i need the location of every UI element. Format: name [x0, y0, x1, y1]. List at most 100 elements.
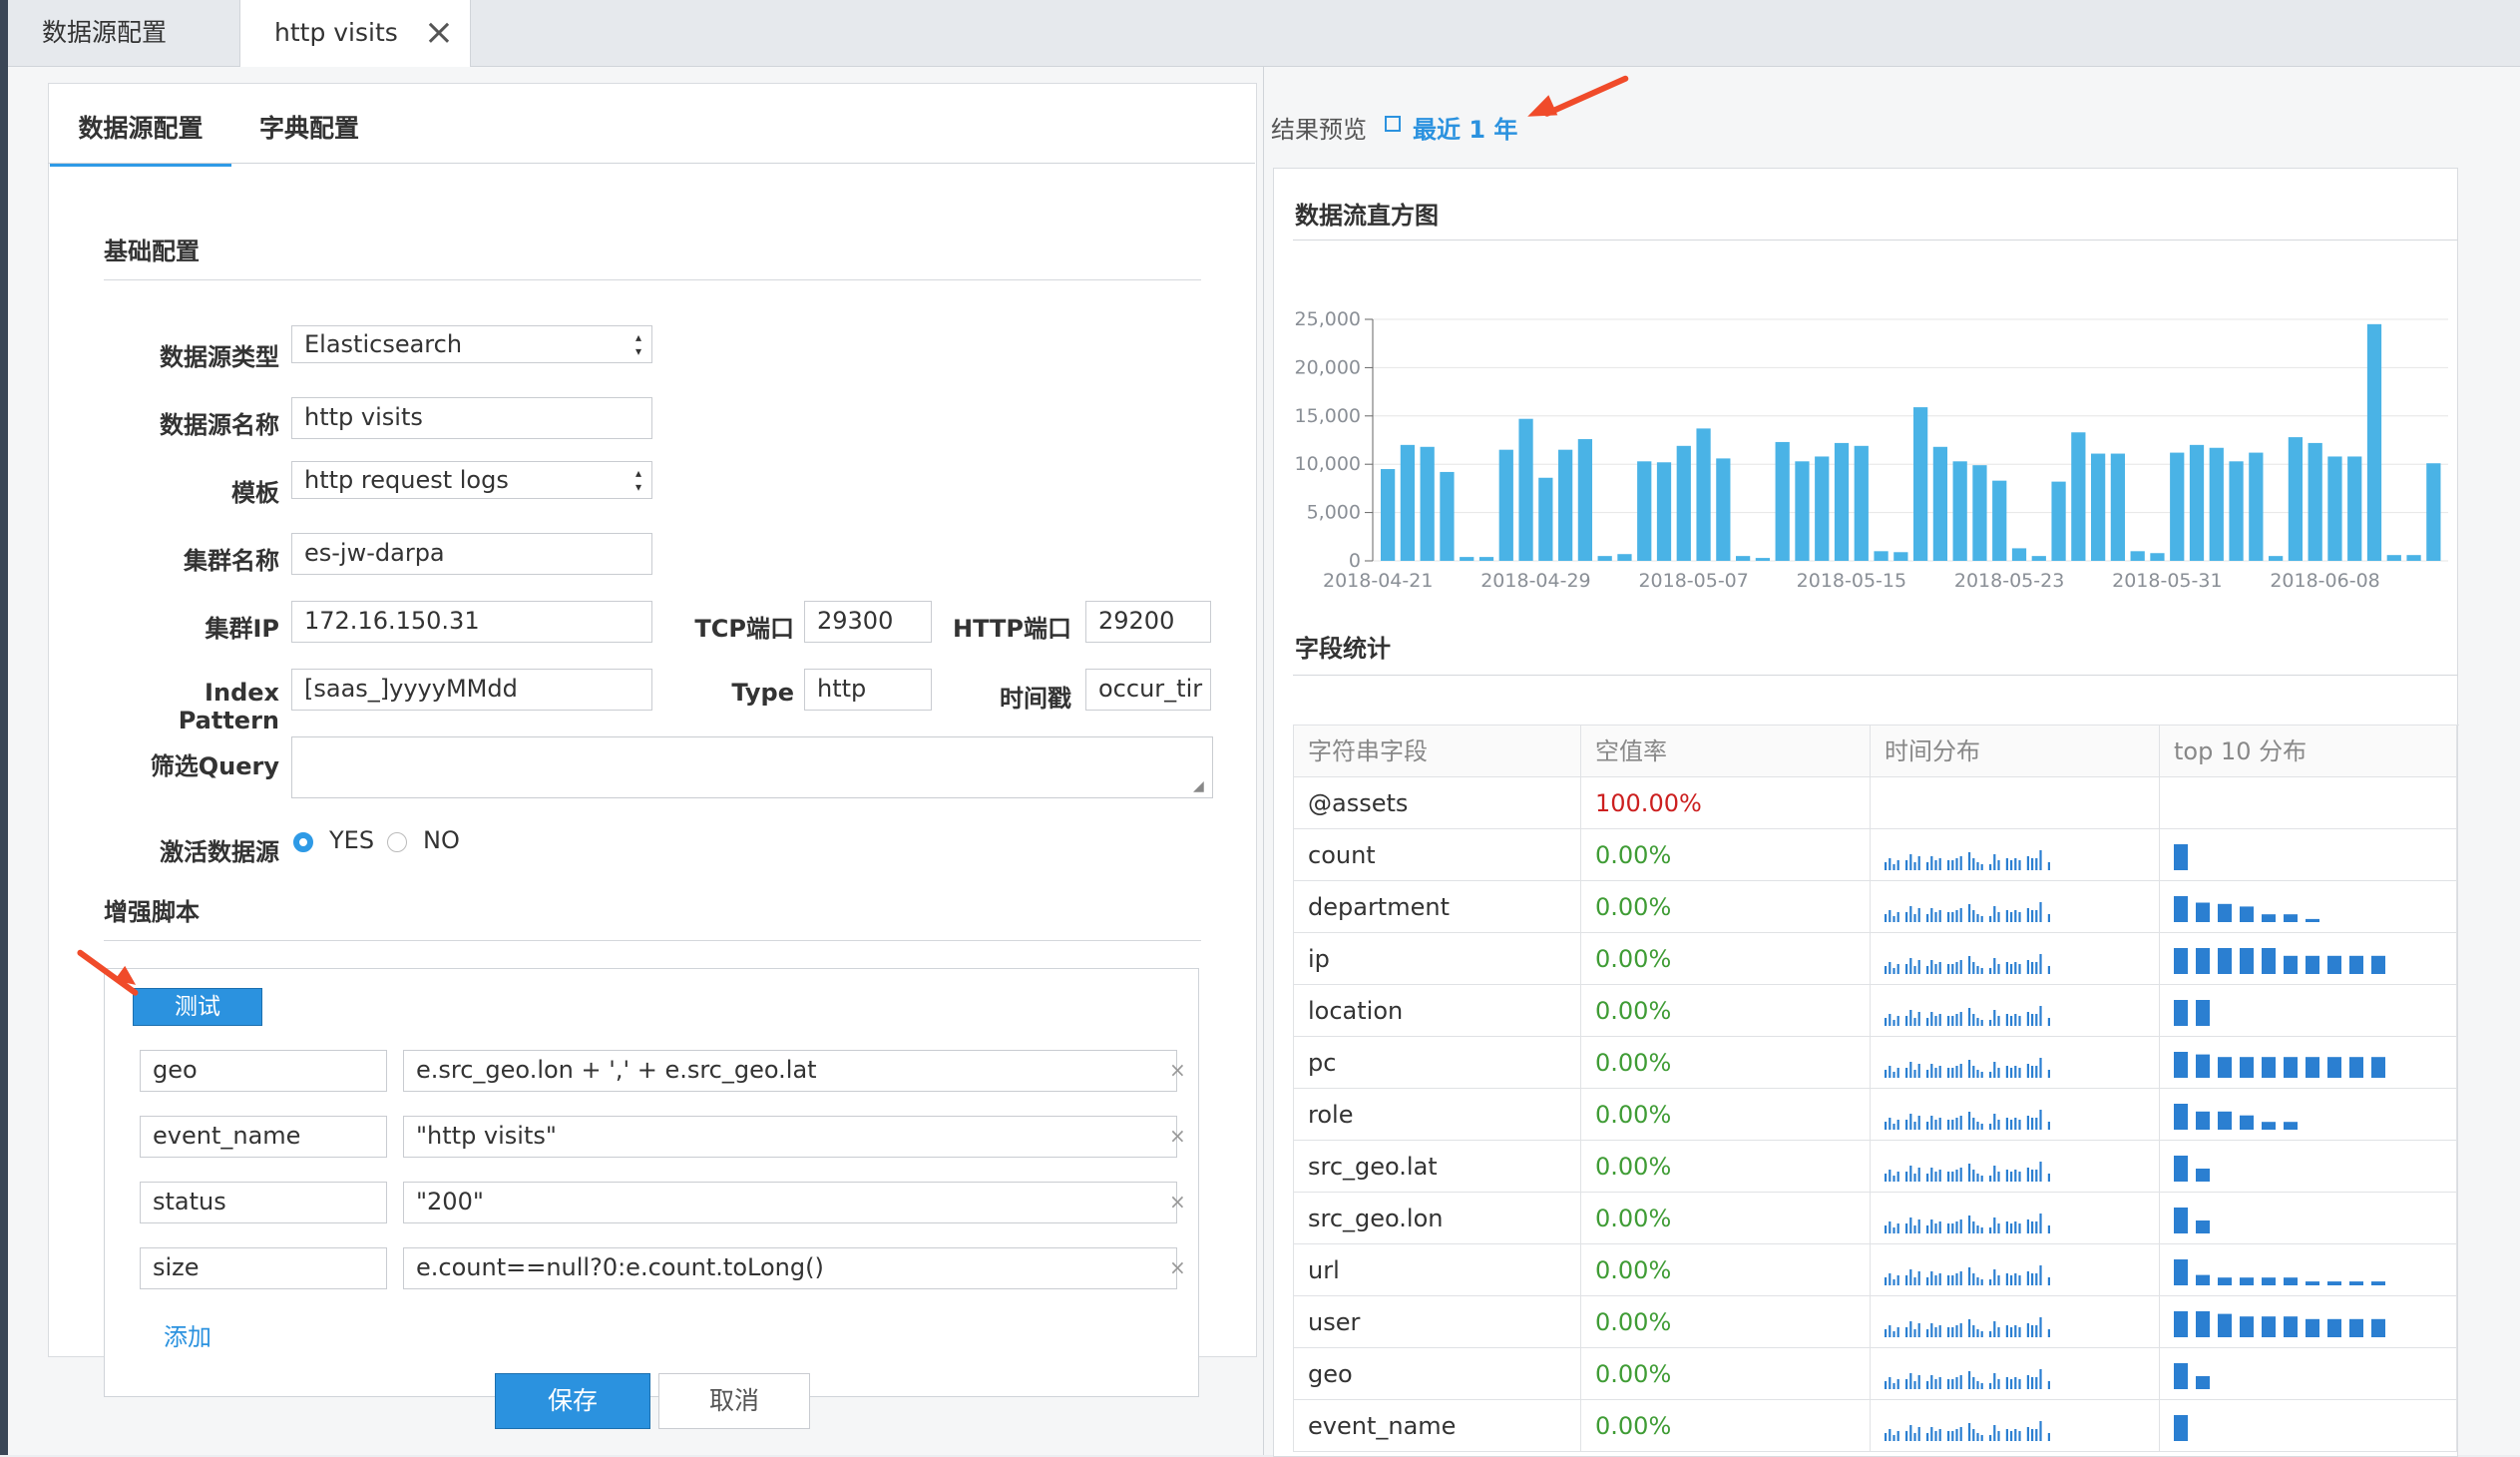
time-distribution-cell: [1871, 1348, 2160, 1400]
subtab-datasource-config[interactable]: 数据源配置: [50, 95, 231, 167]
sparkline-bar: [2035, 1325, 2038, 1337]
sparkline-bar: [1917, 1375, 1920, 1389]
subtab-dictionary-config[interactable]: 字典配置: [259, 95, 379, 163]
top10-bar: [2218, 1057, 2232, 1078]
cancel-button[interactable]: 取消: [658, 1373, 810, 1429]
sparkline-bar: [1905, 1016, 1908, 1026]
cluster-ip-input[interactable]: 172.16.150.31: [291, 601, 652, 643]
sparkline-bar: [2010, 1379, 2013, 1389]
filter-query-textarea[interactable]: [291, 736, 1213, 798]
sparkline-bar: [1934, 860, 1937, 870]
tab-datasource-config[interactable]: 数据源配置: [8, 0, 239, 66]
cluster-name-input[interactable]: es-jw-darpa: [291, 533, 652, 575]
sparkline-bar: [1989, 968, 1992, 974]
script-value-input[interactable]: "http visits": [403, 1116, 1177, 1158]
remove-icon[interactable]: ×: [1169, 1255, 1186, 1279]
top10-bar: [2196, 948, 2210, 974]
sparkline-bar: [1972, 1170, 1975, 1182]
sparkline-bar: [1938, 1325, 1941, 1337]
sparkline-bar: [1896, 860, 1899, 870]
histogram-bar: [2011, 548, 2027, 561]
top10-bar: [2240, 1277, 2254, 1285]
script-key-input[interactable]: size: [140, 1247, 387, 1289]
sparkline-bar: [2026, 1323, 2029, 1337]
sparkline-bar: [1930, 1323, 1933, 1337]
sparkline-bar: [2010, 1172, 2013, 1182]
histogram-bar: [1440, 471, 1455, 561]
sparkline-bar: [1980, 1072, 1983, 1078]
sparkline-bar: [1889, 962, 1891, 974]
sparkline-bar: [1947, 1068, 1950, 1078]
time-distribution-cell: [1871, 1193, 2160, 1244]
histogram-bar: [2150, 553, 2165, 561]
top10-bar: [2262, 1057, 2276, 1078]
tcp-port-input[interactable]: 29300: [804, 601, 932, 643]
sparkline-bar: [1972, 1273, 1975, 1285]
sparkline-bar: [1896, 1275, 1899, 1285]
time-distribution-sparkline: [1885, 1317, 2050, 1337]
top10-cell: [2160, 881, 2457, 933]
sparkline-bar: [1885, 1329, 1888, 1337]
top10-bar: [2306, 1057, 2319, 1078]
sparkline-bar: [1917, 1116, 1920, 1130]
script-key-input[interactable]: event_name: [140, 1116, 387, 1158]
sparkline-bar: [1926, 1225, 1929, 1233]
close-icon[interactable]: ×: [424, 0, 454, 66]
sparkline-bar: [1930, 1064, 1933, 1078]
remove-icon[interactable]: ×: [1169, 1124, 1186, 1148]
sparkline-bar: [1934, 1379, 1937, 1389]
top10-distribution: [2174, 784, 2433, 824]
null-rate: 0.00%: [1581, 1348, 1871, 1400]
sparkline-bar: [1993, 1425, 1996, 1441]
top10-distribution: [2174, 896, 2319, 922]
sparkline-bar: [2010, 1120, 2013, 1130]
sparkline-bar: [1947, 1275, 1950, 1285]
sparkline-bar: [1934, 1275, 1937, 1285]
sparkline-bar: [1926, 1070, 1929, 1078]
script-key-input[interactable]: status: [140, 1182, 387, 1223]
ds-name-input[interactable]: http visits: [291, 397, 652, 439]
top10-bar: [2218, 1111, 2232, 1130]
date-range-link[interactable]: 最近 1 年: [1413, 110, 1517, 145]
test-button[interactable]: 测试: [133, 988, 262, 1026]
ds-type-select[interactable]: Elasticsearch: [291, 325, 652, 363]
http-port-input[interactable]: 29200: [1085, 601, 1211, 643]
script-value-input[interactable]: e.src_geo.lon + ',' + e.src_geo.lat: [403, 1050, 1177, 1092]
index-pattern-input[interactable]: [saas_]yyyyMMdd: [291, 669, 652, 711]
null-rate: 0.00%: [1581, 1037, 1871, 1089]
sparkline-bar: [1989, 1176, 1992, 1182]
top10-cell: [2160, 1037, 2457, 1089]
subtab-divider: [48, 163, 1255, 164]
script-value-input[interactable]: e.count==null?0:e.count.toLong(): [403, 1247, 1177, 1289]
sparkline-bar: [1930, 960, 1933, 974]
sparkline-bar: [1989, 1383, 1992, 1389]
save-button[interactable]: 保存: [495, 1373, 650, 1429]
field-name: src_geo.lon: [1294, 1193, 1581, 1244]
x-tick-label: 2018-05-15: [1797, 570, 1906, 592]
type-input[interactable]: http: [804, 669, 932, 711]
sparkline-bar: [2005, 1221, 2008, 1233]
sparkline-bar: [2018, 1327, 2021, 1337]
remove-icon[interactable]: ×: [1169, 1190, 1186, 1214]
timestamp-input[interactable]: occur_tir: [1085, 669, 1211, 711]
add-link[interactable]: 添加: [164, 1317, 211, 1352]
histogram-bar: [2288, 437, 2304, 561]
top10-bar: [2174, 1208, 2188, 1233]
sparkline-bar: [1917, 1064, 1920, 1078]
tab-http-visits[interactable]: http visits ×: [239, 0, 471, 67]
resize-handle-icon[interactable]: ◢: [1193, 778, 1204, 794]
remove-icon[interactable]: ×: [1169, 1058, 1186, 1082]
radio-yes[interactable]: [293, 832, 313, 852]
top10-distribution: [2174, 1415, 2188, 1441]
sparkline-bar: [1930, 856, 1933, 870]
calendar-icon[interactable]: [1385, 116, 1401, 132]
script-value-input[interactable]: "200": [403, 1182, 1177, 1223]
radio-no[interactable]: [387, 832, 407, 852]
template-select[interactable]: http request logs: [291, 461, 652, 499]
null-rate: 0.00%: [1581, 829, 1871, 881]
sparkline-bar: [1905, 1068, 1908, 1078]
top10-bar: [2240, 1057, 2254, 1078]
script-key-input[interactable]: geo: [140, 1050, 387, 1092]
sparkline-bar: [1917, 1323, 1920, 1337]
ds-name-label: 数据源名称: [160, 411, 279, 439]
